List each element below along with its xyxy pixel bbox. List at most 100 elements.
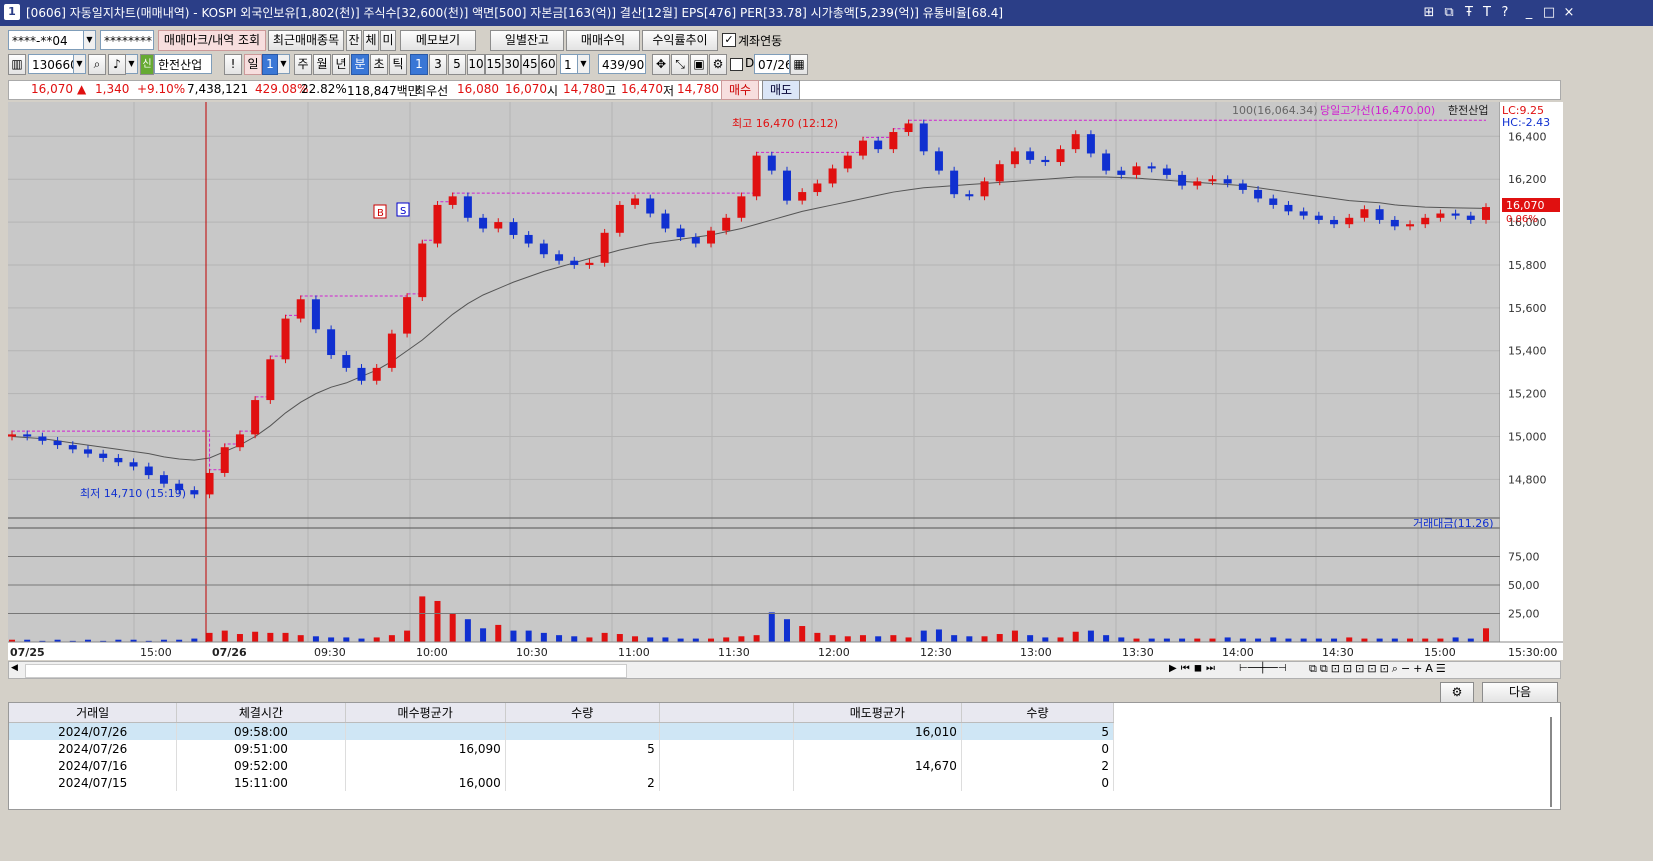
draw-icon[interactable]: ⤡ — [671, 54, 689, 75]
tools-icon[interactable]: ✥ — [652, 54, 670, 75]
tab-tick[interactable]: 틱 — [389, 54, 407, 75]
candle[interactable] — [1086, 130, 1095, 158]
chart-area[interactable]: 16,400 16,200 16,000 15,800 15,600 15,400 15,2… — [8, 102, 1563, 660]
table-scrollbar[interactable] — [1550, 717, 1552, 807]
candle[interactable] — [327, 325, 336, 359]
account-dropdown-icon[interactable]: ▼ — [84, 30, 96, 50]
candle[interactable] — [387, 329, 396, 372]
zoom-slider-icon[interactable]: ⊢──┼──⊣ — [1239, 663, 1287, 674]
account-link-checkbox[interactable]: ✓ — [722, 33, 736, 47]
minute-45[interactable]: 45 — [521, 54, 539, 75]
candle[interactable] — [463, 192, 472, 222]
buy-button[interactable]: 매수 — [721, 80, 759, 100]
playback-controls-icon[interactable]: ▶⏮◼⏭ — [1169, 663, 1219, 674]
window-icon[interactable]: 1 — [4, 4, 20, 20]
maximize-button[interactable]: □ — [1540, 0, 1558, 26]
trade-profit-button[interactable]: 매매수익 — [566, 30, 640, 51]
sell-button[interactable]: 매도 — [762, 80, 800, 100]
candle[interactable] — [418, 239, 427, 301]
sell-mark[interactable]: S — [396, 202, 410, 217]
minute-1[interactable]: 1 — [410, 54, 428, 75]
help-icon[interactable]: ? — [1496, 0, 1514, 26]
col-date-header[interactable]: 거래일 — [9, 703, 178, 723]
trade-mark-button[interactable]: 매매마크/내역 조회 — [158, 30, 266, 51]
col-buy-qty-header[interactable]: 수량 — [505, 703, 660, 723]
minute-dropdown-icon[interactable]: ▼ — [578, 54, 590, 74]
jan-button[interactable]: 잔 — [346, 30, 362, 51]
search-icon[interactable]: ⌕ — [88, 54, 106, 75]
minute-5[interactable]: 5 — [448, 54, 466, 75]
text-icon[interactable]: T — [1478, 0, 1496, 26]
sound-icon[interactable]: ♪ — [108, 54, 126, 75]
candle[interactable] — [737, 192, 746, 222]
che-button[interactable]: 체 — [363, 30, 379, 51]
tab-second[interactable]: 초 — [370, 54, 388, 75]
table-row[interactable]: 2024/07/15 15:11:00 16,000 2 0 — [9, 774, 1115, 791]
col-time-header[interactable]: 체결시간 — [176, 703, 346, 723]
candle[interactable] — [919, 119, 928, 156]
col-sell-qty-header[interactable]: 수량 — [961, 703, 1115, 723]
candle[interactable] — [403, 293, 412, 338]
buy-mark[interactable]: B — [373, 204, 387, 219]
cascade-icon[interactable]: ⧉ — [1440, 0, 1458, 26]
candle[interactable] — [950, 166, 959, 199]
candle[interactable] — [782, 166, 791, 205]
pin-icon[interactable]: Ŧ — [1460, 0, 1478, 26]
layout-icon[interactable]: ⊞ — [1420, 0, 1438, 26]
chart-tools-icon[interactable]: ⧉⧉⊡⊡⊡⊡⊡⌕−+A☰ — [1309, 662, 1449, 676]
tab-minute[interactable]: 분 — [351, 54, 369, 75]
calendar-icon[interactable]: ▦ — [790, 54, 808, 75]
minute-3[interactable]: 3 — [429, 54, 447, 75]
candle[interactable] — [296, 295, 305, 323]
save-icon[interactable]: ▣ — [690, 54, 708, 75]
close-button[interactable]: × — [1560, 0, 1578, 26]
table-row[interactable]: 2024/07/26 09:51:00 16,090 5 0 — [9, 740, 1115, 757]
candle[interactable] — [281, 314, 290, 364]
col-buy-avg-header[interactable]: 매수평균가 — [345, 703, 506, 723]
info-button[interactable]: ! — [224, 54, 242, 75]
date-input[interactable]: 07/26 — [754, 54, 790, 74]
date-checkbox[interactable] — [730, 58, 743, 71]
sound-dropdown-icon[interactable]: ▼ — [126, 54, 138, 74]
table-row[interactable]: 2024/07/16 09:52:00 14,670 2 — [9, 757, 1115, 774]
minute-15[interactable]: 15 — [485, 54, 503, 75]
scroll-left-icon[interactable]: ◀ — [11, 663, 18, 673]
candle[interactable] — [220, 443, 229, 477]
minimize-button[interactable]: _ — [1520, 0, 1538, 26]
minute-10[interactable]: 10 — [467, 54, 485, 75]
next-button[interactable]: 다음 — [1482, 682, 1558, 703]
candle[interactable] — [615, 201, 624, 237]
table-row[interactable]: 2024/07/26 09:58:00 16,010 5 — [9, 722, 1115, 740]
memo-button[interactable]: 메모보기 — [400, 30, 476, 51]
tab-day[interactable]: 일 — [244, 54, 262, 75]
chart-type-icon[interactable]: ▥ — [8, 54, 26, 75]
tab-month[interactable]: 월 — [313, 54, 331, 75]
candle[interactable] — [311, 295, 320, 334]
code-input[interactable]: 130660 — [28, 54, 74, 74]
candle[interactable] — [752, 151, 761, 201]
chart-scrollbar[interactable]: ◀ ▶⏮◼⏭ ⊢──┼──⊣ ⧉⧉⊡⊡⊡⊡⊡⌕−+A☰ — [8, 661, 1561, 679]
candle[interactable] — [433, 201, 442, 248]
tab-year[interactable]: 년 — [332, 54, 350, 75]
candle[interactable] — [251, 396, 260, 439]
mi-button[interactable]: 미 — [380, 30, 396, 51]
daily-balance-button[interactable]: 일별잔고 — [490, 30, 564, 51]
settings-icon[interactable]: ⚙ — [709, 54, 727, 75]
code-dropdown-icon[interactable]: ▼ — [74, 54, 86, 74]
scroll-thumb[interactable] — [25, 664, 627, 678]
account-input[interactable]: ****-**04 — [8, 30, 84, 50]
candle[interactable] — [205, 469, 214, 499]
password-input[interactable]: ******** — [100, 30, 154, 50]
candle[interactable] — [266, 355, 275, 404]
period-dropdown-icon[interactable]: ▼ — [278, 54, 290, 74]
candle[interactable] — [934, 147, 943, 175]
price-chart[interactable]: 16,40016,20016,00015,80015,60015,40015,2… — [8, 102, 1563, 660]
recent-items-button[interactable]: 최근매매종목 — [268, 30, 344, 51]
tab-week[interactable]: 주 — [294, 54, 312, 75]
return-trend-button[interactable]: 수익률추이 — [642, 30, 718, 51]
minute-30[interactable]: 30 — [503, 54, 521, 75]
minute-input[interactable]: 1 — [560, 54, 578, 74]
period-value[interactable]: 1 — [262, 54, 278, 75]
candle[interactable] — [600, 228, 609, 267]
minute-60[interactable]: 60 — [539, 54, 557, 75]
